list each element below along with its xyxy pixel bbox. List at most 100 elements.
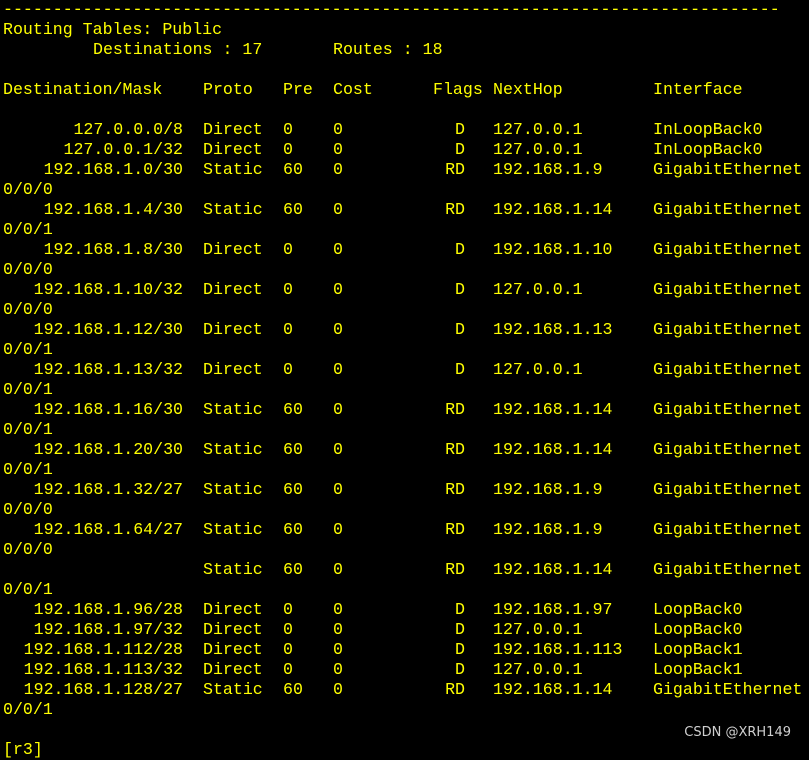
route-pre: 60: [283, 440, 303, 459]
route-row: 192.168.1.0/30 Static 60 0 RD 192.168.1.9 Giga…: [3, 160, 809, 180]
route-pre: 0: [283, 240, 293, 259]
route-nexthop: 192.168.1.13: [493, 320, 613, 339]
route-row: 192.168.1.8/30 Direct 0 0 D 192.168.1.10 Gigab…: [3, 240, 809, 260]
route-proto: Static: [203, 520, 263, 539]
route-interface: LoopBack0: [653, 600, 743, 619]
route-interface-wrap: 0/0/1: [3, 460, 53, 479]
route-interface: GigabitEthernet: [653, 400, 803, 419]
route-flags: D: [455, 600, 465, 619]
route-pre: 0: [283, 140, 293, 159]
route-proto: Static: [203, 200, 263, 219]
route-interface-wrap: 0/0/0: [3, 260, 53, 279]
route-pre: 60: [283, 480, 303, 499]
route-row: 192.168.1.20/30 Static 60 0 RD 192.168.1.14 Gi…: [3, 440, 809, 460]
col-interface: Interface: [653, 80, 743, 99]
route-row: 192.168.1.32/27 Static 60 0 RD 192.168.1.9 Gig…: [3, 480, 809, 500]
route-destination: 192.168.1.128/27: [23, 680, 183, 699]
summary-line: Destinations : 17 Routes : 18: [3, 40, 809, 60]
route-nexthop: 192.168.1.14: [493, 680, 613, 699]
route-pre: 60: [283, 400, 303, 419]
col-flags: Flags: [433, 80, 483, 99]
route-interface-wrap: 0/0/1: [3, 580, 53, 599]
route-destination: 192.168.1.112/28: [23, 640, 183, 659]
route-cost: 0: [333, 560, 343, 579]
route-destination: 192.168.1.10/32: [33, 280, 183, 299]
route-nexthop: 127.0.0.1: [493, 280, 583, 299]
route-nexthop: 127.0.0.1: [493, 120, 583, 139]
route-cost: 0: [333, 400, 343, 419]
route-pre: 0: [283, 660, 293, 679]
route-cost: 0: [333, 480, 343, 499]
route-row: 192.168.1.4/30 Static 60 0 RD 192.168.1.14 Gig…: [3, 200, 809, 220]
route-nexthop: 192.168.1.14: [493, 400, 613, 419]
route-row: 192.168.1.16/30 Static 60 0 RD 192.168.1.14 Gi…: [3, 400, 809, 420]
route-pre: 0: [283, 360, 293, 379]
route-cost: 0: [333, 200, 343, 219]
route-flags: D: [455, 280, 465, 299]
route-cost: 0: [333, 280, 343, 299]
route-row: 192.168.1.112/28 Direct 0 0 D 192.168.1.113 Lo…: [3, 640, 809, 660]
route-row: 192.168.1.64/27 Static 60 0 RD 192.168.1.9 Gig…: [3, 520, 809, 540]
col-pre: Pre: [283, 80, 313, 99]
route-nexthop: 192.168.1.9: [493, 520, 603, 539]
route-pre: 0: [283, 120, 293, 139]
route-cost: 0: [333, 120, 343, 139]
col-destination: Destination/Mask: [3, 80, 163, 99]
route-interface: GigabitEthernet: [653, 280, 803, 299]
route-proto: Static: [203, 160, 263, 179]
route-pre: 60: [283, 200, 303, 219]
route-flags: RD: [445, 160, 465, 179]
route-destination: 192.168.1.96/28: [33, 600, 183, 619]
route-proto: Direct: [203, 240, 263, 259]
route-nexthop: 127.0.0.1: [493, 620, 583, 639]
route-destination: 192.168.1.12/30: [33, 320, 183, 339]
route-interface: LoopBack1: [653, 640, 743, 659]
route-destination: 192.168.1.8/30: [43, 240, 183, 259]
route-interface-wrap: 0/0/0: [3, 540, 53, 559]
cli-prompt[interactable]: [r3]: [3, 740, 809, 760]
route-proto: Static: [203, 400, 263, 419]
route-interface: GigabitEthernet: [653, 480, 803, 499]
col-cost: Cost: [333, 80, 373, 99]
route-interface-wrap: 0/0/0: [3, 500, 53, 519]
route-pre: 0: [283, 320, 293, 339]
route-flags: D: [455, 240, 465, 259]
terminal-output[interactable]: ----------------------------------------…: [3, 0, 809, 760]
route-destination: 192.168.1.0/30: [43, 160, 183, 179]
route-cost: 0: [333, 160, 343, 179]
route-nexthop: 192.168.1.113: [493, 640, 623, 659]
route-interface: LoopBack1: [653, 660, 743, 679]
route-interface: LoopBack0: [653, 620, 743, 639]
route-interface-wrap: 0/0/1: [3, 420, 53, 439]
route-interface: GigabitEthernet: [653, 320, 803, 339]
route-nexthop: 192.168.1.97: [493, 600, 613, 619]
route-flags: RD: [445, 520, 465, 539]
route-interface: InLoopBack0: [653, 140, 763, 159]
route-nexthop: 192.168.1.14: [493, 560, 613, 579]
route-row: 127.0.0.1/32 Direct 0 0 D 127.0.0.1 InLoopBack…: [3, 140, 809, 160]
route-flags: RD: [445, 680, 465, 699]
route-cost: 0: [333, 140, 343, 159]
route-interface-wrap: 0/0/0: [3, 180, 53, 199]
column-headers: Destination/Mask Proto Pre Cost Flags Ne…: [3, 80, 809, 100]
route-flags: D: [455, 140, 465, 159]
route-interface: GigabitEthernet: [653, 240, 803, 259]
route-row: 127.0.0.0/8 Direct 0 0 D 127.0.0.1 InLoopBack0: [3, 120, 809, 140]
route-destination: 192.168.1.20/30: [33, 440, 183, 459]
route-cost: 0: [333, 360, 343, 379]
route-destination: 192.168.1.113/32: [23, 660, 183, 679]
route-pre: 0: [283, 280, 293, 299]
route-interface-wrap: 0/0/0: [3, 300, 53, 319]
route-destination: 127.0.0.1/32: [63, 140, 184, 159]
route-row: Static 60 0 RD 192.168.1.14 GigabitEthernet: [3, 560, 809, 580]
route-destination: 192.168.1.4/30: [43, 200, 183, 219]
route-flags: D: [455, 320, 465, 339]
route-flags: D: [455, 360, 465, 379]
route-destination: 192.168.1.16/30: [33, 400, 183, 419]
route-row: 192.168.1.113/32 Direct 0 0 D 127.0.0.1 LoopBa…: [3, 660, 809, 680]
route-proto: Direct: [203, 120, 263, 139]
route-proto: Static: [203, 560, 263, 579]
route-nexthop: 127.0.0.1: [493, 140, 583, 159]
